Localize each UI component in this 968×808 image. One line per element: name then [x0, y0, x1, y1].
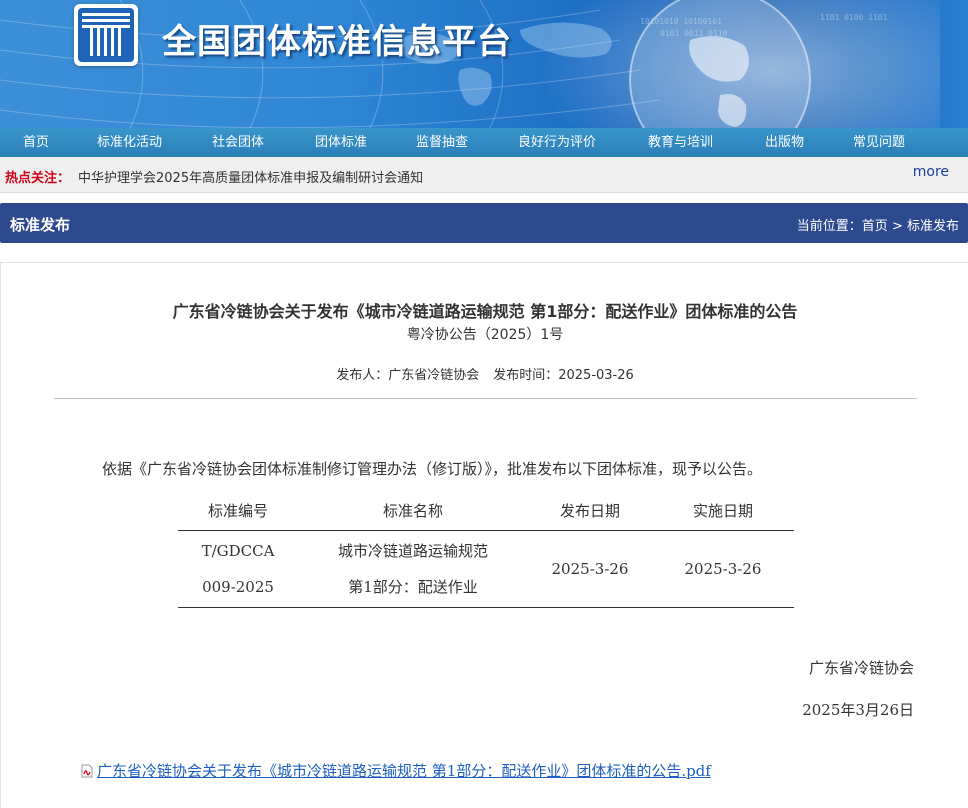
- site-title: 全国团体标准信息平台: [162, 22, 512, 62]
- nav-item-home[interactable]: 首页: [23, 128, 49, 157]
- nav-item-faq[interactable]: 常见问题: [853, 128, 905, 157]
- cell-effective-date: 2025-3-26: [652, 530, 794, 608]
- breadcrumb-home[interactable]: 首页: [862, 219, 888, 234]
- table-header-release: 发布日期: [528, 492, 652, 531]
- site-banner: 10101010 10100101 0101 0011 0110 1101 01…: [0, 0, 968, 128]
- section-header: 标准发布 当前位置：首页 > 标准发布: [0, 203, 968, 243]
- more-link[interactable]: more: [913, 164, 949, 180]
- publish-time-label: 发布时间：: [493, 368, 559, 383]
- hot-news-bar: 热点关注： 中华护理学会2025年高质量团体标准申报及编制研讨会通知 more: [0, 157, 968, 193]
- breadcrumb-prefix: 当前位置：: [796, 219, 862, 234]
- publisher-value: 广东省冷链协会: [388, 368, 480, 383]
- hot-news-label: 热点关注：: [5, 171, 71, 186]
- cell-standard-name: 城市冷链道路运输规范 第1部分：配送作业: [298, 530, 528, 608]
- nav-item-training[interactable]: 教育与培训: [648, 128, 713, 157]
- cell-release-date: 2025-3-26: [528, 530, 652, 608]
- logo-t-icon: [78, 8, 134, 62]
- attachment-filename[interactable]: 广东省冷链协会关于发布《城市冷链道路运输规范 第1部分：配送作业》团体标准的公告…: [97, 762, 711, 780]
- table-header-code: 标准编号: [178, 492, 298, 531]
- publisher-label: 发布人：: [336, 368, 389, 383]
- nav-item-evaluation[interactable]: 良好行为评价: [518, 128, 596, 157]
- hot-news-link[interactable]: 中华护理学会2025年高质量团体标准申报及编制研讨会通知: [78, 167, 423, 186]
- svg-text:10101010 10100101: 10101010 10100101: [640, 17, 722, 26]
- article-title: 广东省冷链协会关于发布《城市冷链道路运输规范 第1部分：配送作业》团体标准的公告: [172, 302, 798, 321]
- nav-item-inspection[interactable]: 监督抽查: [416, 128, 468, 157]
- svg-text:0101 0011 0110: 0101 0011 0110: [660, 29, 728, 38]
- nav-item-activities[interactable]: 标准化活动: [97, 128, 162, 157]
- breadcrumb-separator: >: [887, 219, 907, 234]
- main-nav: 首页 标准化活动 社会团体 团体标准 监督抽查 良好行为评价 教育与培训 出版物…: [0, 128, 968, 157]
- standard-code-line2: 009-2025: [202, 577, 274, 596]
- site-logo[interactable]: [74, 4, 138, 66]
- standard-name-line1: 城市冷链道路运输规范: [337, 541, 488, 560]
- article-subtitle: 粤冷协公告（2025）1号: [406, 327, 564, 343]
- nav-item-organizations[interactable]: 社会团体: [212, 128, 264, 157]
- standard-code-line1: T/GDCCA: [201, 541, 275, 560]
- standard-name-line2: 第1部分：配送作业: [348, 577, 478, 596]
- publish-time-value: 2025-03-26: [558, 368, 634, 383]
- table-header-effective: 实施日期: [652, 492, 794, 531]
- attachment-link[interactable]: 广东省冷链协会关于发布《城市冷链道路运输规范 第1部分：配送作业》团体标准的公告…: [81, 760, 711, 781]
- article-intro: 依据《广东省冷链协会团体标准制修订管理办法（修订版）》，批准发布以下团体标准，现…: [102, 460, 763, 478]
- signature-date: 2025年3月26日: [802, 701, 914, 719]
- article-meta: 发布人：广东省冷链协会 发布时间：2025-03-26: [1, 364, 968, 383]
- standards-table: 标准编号 标准名称 发布日期 实施日期 T/GDCCA 009-2025 城市冷…: [178, 492, 794, 608]
- breadcrumb: 当前位置：首页 > 标准发布: [797, 215, 959, 234]
- pdf-icon: [81, 764, 93, 778]
- nav-item-standards[interactable]: 团体标准: [315, 128, 367, 157]
- section-title: 标准发布: [10, 216, 71, 234]
- nav-item-publications[interactable]: 出版物: [765, 128, 804, 157]
- svg-text:1101 0100 1101: 1101 0100 1101: [820, 13, 888, 22]
- signature-organization: 广东省冷链协会: [808, 659, 914, 677]
- article-divider: [54, 398, 917, 399]
- breadcrumb-current[interactable]: 标准发布: [907, 219, 959, 234]
- table-row: T/GDCCA 009-2025 城市冷链道路运输规范 第1部分：配送作业 20…: [178, 530, 794, 608]
- table-header-name: 标准名称: [298, 492, 528, 531]
- table-header-row: 标准编号 标准名称 发布日期 实施日期: [178, 492, 794, 531]
- article-panel: 广东省冷链协会关于发布《城市冷链道路运输规范 第1部分：配送作业》团体标准的公告…: [0, 262, 968, 808]
- cell-standard-code: T/GDCCA 009-2025: [178, 530, 298, 608]
